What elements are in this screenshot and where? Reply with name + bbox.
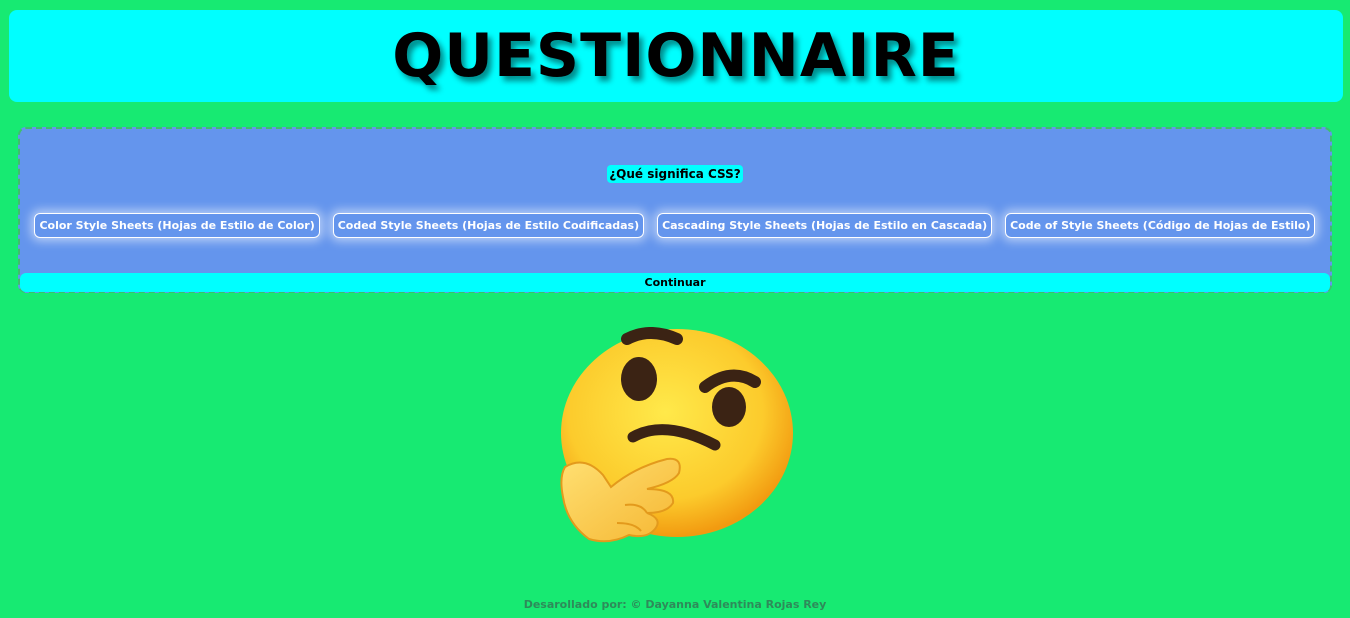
continue-button[interactable]: Continuar (20, 273, 1330, 292)
quiz-card: ¿Qué significa CSS? Color Style Sheets (… (18, 127, 1332, 293)
answer-option-1[interactable]: Color Style Sheets (Hojas de Estilo de C… (34, 213, 320, 238)
thinking-face-icon (555, 327, 795, 547)
footer-credit: Desarollado por: © Dayanna Valentina Roj… (523, 598, 827, 611)
page-header: QUESTIONNAIRE (9, 10, 1343, 102)
page-title: QUESTIONNAIRE (392, 21, 960, 91)
answer-option-3[interactable]: Cascading Style Sheets (Hojas de Estilo … (657, 213, 993, 238)
answer-options: Color Style Sheets (Hojas de Estilo de C… (20, 213, 1330, 238)
answer-option-2[interactable]: Coded Style Sheets (Hojas de Estilo Codi… (332, 213, 645, 238)
question-text: ¿Qué significa CSS? (607, 165, 743, 183)
answer-option-4[interactable]: Code of Style Sheets (Código de Hojas de… (1005, 213, 1316, 238)
question-container: ¿Qué significa CSS? (20, 163, 1330, 183)
